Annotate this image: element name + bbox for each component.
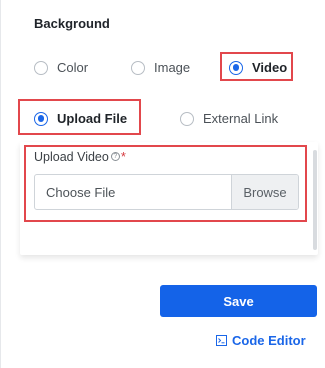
upload-video-label: Upload Video ? * [34,149,126,164]
section-title: Background [34,16,110,31]
radio-image[interactable]: Image [131,60,190,75]
terminal-icon [216,335,227,346]
radio-upload-file-indicator[interactable] [34,111,48,126]
code-editor-label: Code Editor [232,333,306,348]
help-icon[interactable]: ? [110,152,120,161]
panel-left-border [0,0,1,368]
upload-video-label-text: Upload Video [34,149,109,164]
card-scrollbar[interactable] [313,150,317,250]
radio-image-indicator[interactable] [131,60,145,75]
radio-image-label: Image [154,60,191,75]
radio-external-link[interactable]: External Link [180,111,278,126]
radio-external-link-label: External Link [203,111,279,126]
radio-upload-file-label: Upload File [57,111,128,126]
radio-color-label: Color [57,60,89,75]
radio-upload-file[interactable]: Upload File [34,111,127,126]
save-button[interactable]: Save [160,285,317,317]
radio-external-link-indicator[interactable] [180,111,194,126]
code-editor-link[interactable]: Code Editor [216,333,306,348]
required-mark: * [120,149,126,164]
radio-video-label: Video [252,60,288,75]
radio-color-indicator[interactable] [34,60,48,75]
radio-video-indicator[interactable] [229,60,243,75]
choose-file-placeholder[interactable]: Choose File [35,175,231,209]
radio-color[interactable]: Color [34,60,88,75]
radio-video[interactable]: Video [229,60,287,75]
browse-button[interactable]: Browse [231,175,298,209]
file-upload-input[interactable]: Choose File Browse [34,174,299,210]
